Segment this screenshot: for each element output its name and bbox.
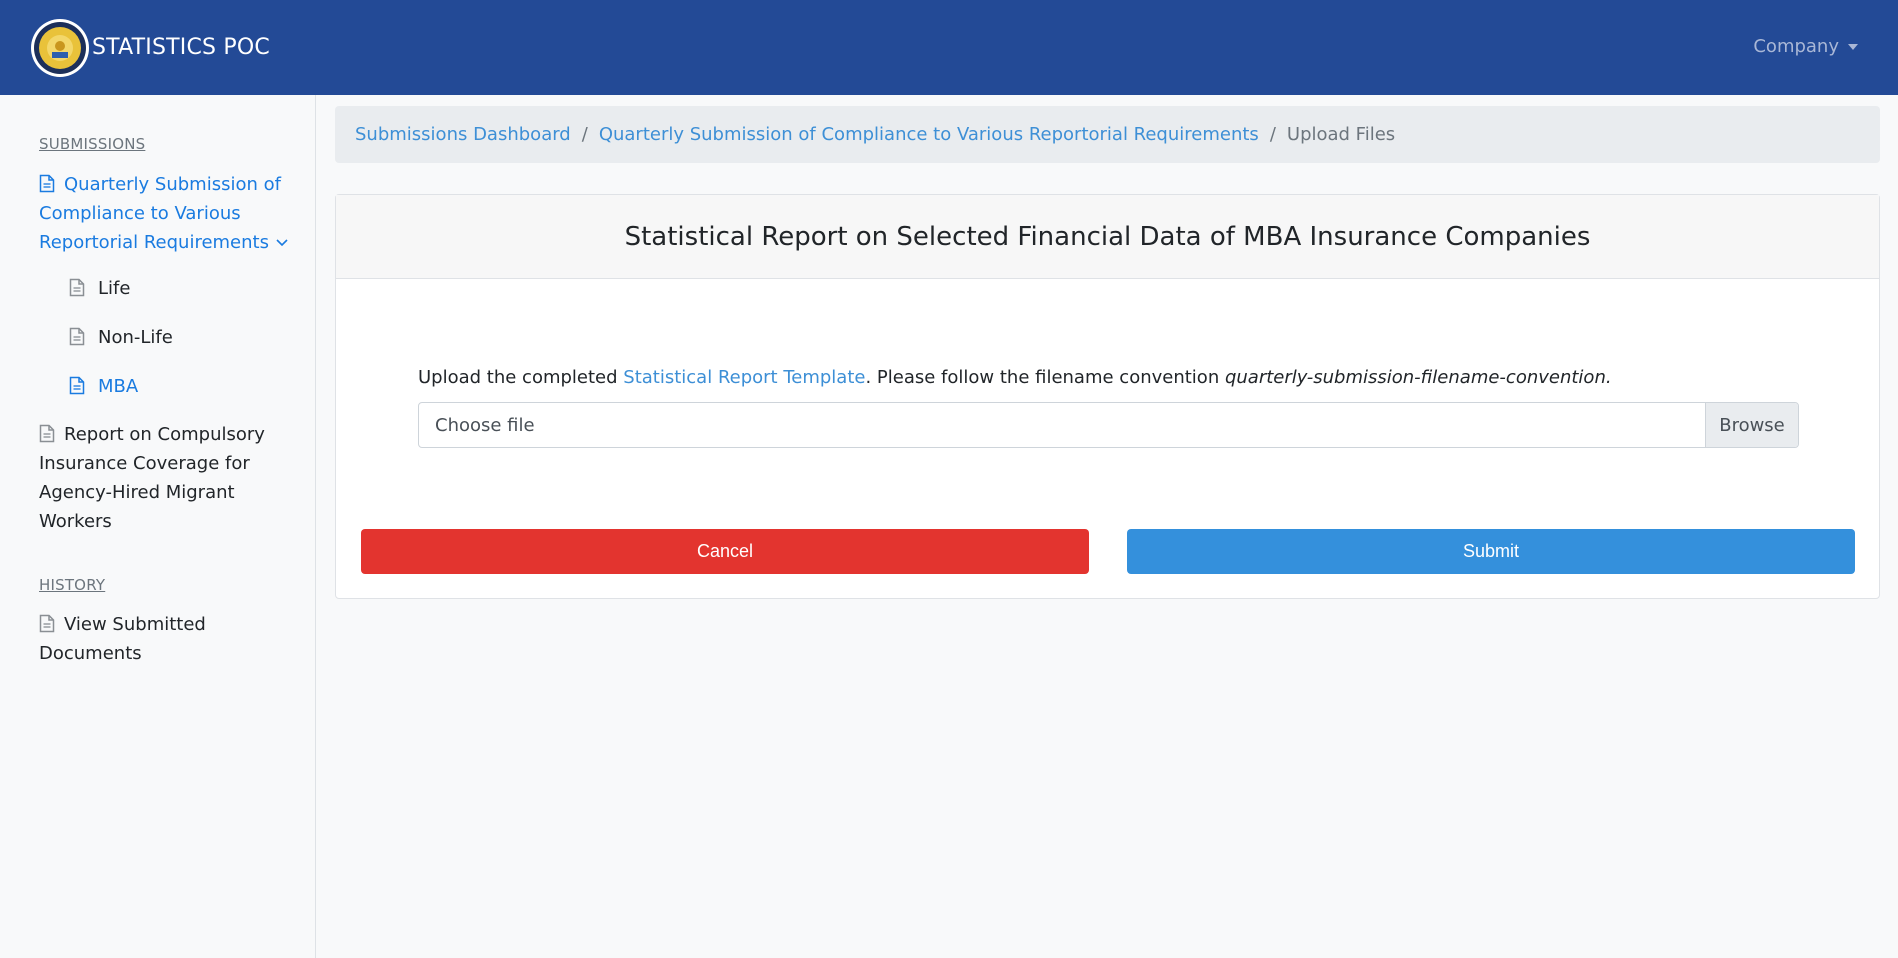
quarterly-line-2: Compliance to Various <box>39 203 241 224</box>
sidebar: SUBMISSIONS Quarterly Submission of Comp… <box>0 95 316 958</box>
quarterly-line-1: Quarterly Submission of <box>64 174 281 195</box>
submissions-heading: SUBMISSIONS <box>39 135 146 153</box>
breadcrumb-submissions-dashboard[interactable]: Submissions Dashboard <box>355 124 571 145</box>
cancel-button[interactable]: Cancel <box>361 529 1089 574</box>
sidebar-item-life[interactable]: Life <box>69 274 130 303</box>
document-icon <box>69 327 85 346</box>
quarterly-line-3: Reportorial Requirements <box>39 232 269 253</box>
breadcrumb-separator: / <box>581 124 588 145</box>
view-submitted-line-1: View Submitted <box>64 614 206 635</box>
breadcrumb: Submissions Dashboard / Quarterly Submis… <box>335 106 1880 163</box>
sidebar-item-quarterly-submission[interactable]: Quarterly Submission of Compliance to Va… <box>39 170 299 257</box>
browse-button[interactable]: Browse <box>1705 403 1798 447</box>
instructions-prefix: Upload the completed <box>418 367 624 388</box>
statistical-report-template-link[interactable]: Statistical Report Template <box>623 367 865 388</box>
company-dropdown[interactable]: Company <box>1753 36 1858 57</box>
view-submitted-line-2: Documents <box>39 643 142 664</box>
document-icon <box>39 424 55 443</box>
card-title: Statistical Report on Selected Financial… <box>336 195 1879 279</box>
breadcrumb-quarterly-submission[interactable]: Quarterly Submission of Compliance to Va… <box>599 124 1259 145</box>
sidebar-item-label: Non-Life <box>98 327 173 348</box>
instructions-middle: . Please follow the filename convention <box>865 367 1225 388</box>
sidebar-item-non-life[interactable]: Non-Life <box>69 323 173 352</box>
submit-button[interactable]: Submit <box>1127 529 1855 574</box>
top-navbar: STATISTICS POC Company <box>0 0 1898 95</box>
caret-down-icon <box>1848 44 1858 50</box>
sidebar-item-view-submitted[interactable]: View Submitted Documents <box>39 610 299 668</box>
compulsory-line-2: Insurance Coverage for <box>39 453 250 474</box>
file-upload-input[interactable]: Choose file Browse <box>418 402 1799 448</box>
compulsory-line-3: Agency-Hired Migrant <box>39 482 235 503</box>
document-icon <box>39 614 55 633</box>
brand[interactable]: STATISTICS POC <box>30 18 270 78</box>
sidebar-item-compulsory-insurance[interactable]: Report on Compulsory Insurance Coverage … <box>39 420 299 536</box>
sidebar-item-label: MBA <box>98 376 139 397</box>
seal-logo-icon <box>31 18 89 77</box>
breadcrumb-separator: / <box>1269 124 1276 145</box>
document-icon <box>69 278 85 297</box>
breadcrumb-current-page: Upload Files <box>1286 124 1396 145</box>
sidebar-item-mba[interactable]: MBA <box>69 372 138 401</box>
filename-convention: quarterly-submission-filename-convention… <box>1224 367 1612 388</box>
compulsory-line-1: Report on Compulsory <box>64 424 265 445</box>
upload-instructions: Upload the completed Statistical Report … <box>418 367 1612 388</box>
compulsory-line-4: Workers <box>39 511 112 532</box>
history-heading: HISTORY <box>39 576 106 594</box>
document-icon <box>69 376 85 395</box>
chevron-down-icon[interactable] <box>275 237 289 247</box>
upload-card: Statistical Report on Selected Financial… <box>335 194 1880 599</box>
app-title: STATISTICS POC <box>92 35 270 60</box>
file-input-placeholder: Choose file <box>435 414 535 436</box>
company-dropdown-label: Company <box>1753 36 1839 57</box>
sidebar-item-label: Life <box>98 278 131 299</box>
document-icon <box>39 174 55 193</box>
